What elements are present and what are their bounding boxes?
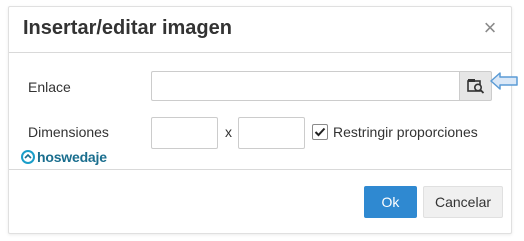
checkmark-icon <box>314 127 326 137</box>
dimensions-label: Dimensiones <box>28 124 109 140</box>
dialog-header: Insertar/editar imagen × <box>9 7 511 53</box>
height-input[interactable] <box>238 117 305 149</box>
constrain-proportions-label: Restringir proporciones <box>333 124 478 140</box>
watermark-text: hoswedaje <box>37 149 107 165</box>
dimensions-separator: x <box>225 124 232 140</box>
width-input[interactable] <box>151 117 218 149</box>
browse-image-button[interactable] <box>459 71 492 101</box>
dialog-footer: Ok Cancelar <box>9 169 511 234</box>
cancel-button[interactable]: Cancelar <box>423 186 503 218</box>
ok-button[interactable]: Ok <box>364 186 417 218</box>
dialog-title: Insertar/editar imagen <box>23 17 232 39</box>
link-label: Enlace <box>28 79 71 95</box>
constrain-proportions-checkbox[interactable] <box>312 124 328 140</box>
watermark-icon <box>21 150 35 164</box>
image-browse-icon <box>466 79 484 94</box>
link-input[interactable] <box>151 71 459 101</box>
watermark-logo: hoswedaje <box>21 149 107 165</box>
close-icon: × <box>483 15 497 40</box>
close-button[interactable]: × <box>479 15 501 41</box>
insert-image-dialog: Insertar/editar imagen × Enlace Dimensio… <box>8 6 512 234</box>
pointer-arrow-icon <box>490 72 518 90</box>
